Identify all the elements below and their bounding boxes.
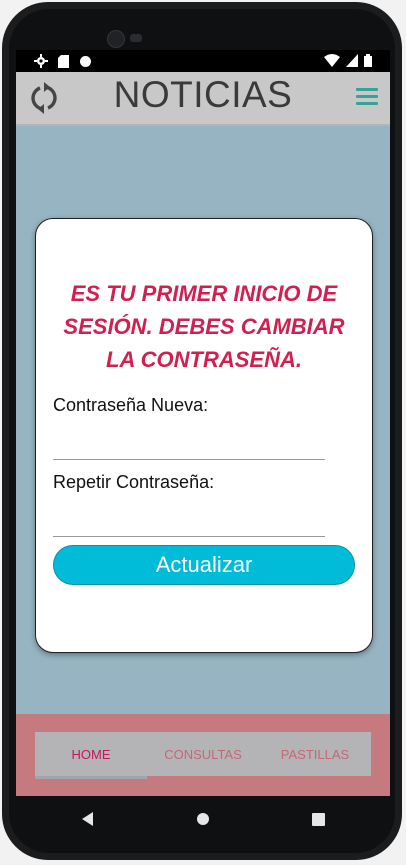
repeat-password-field[interactable]	[53, 506, 325, 537]
new-password-label: Contraseña Nueva:	[53, 395, 209, 415]
earpiece	[130, 34, 142, 42]
status-bar	[16, 50, 390, 72]
tab-consultas[interactable]: CONSULTAS	[147, 732, 259, 776]
signal-icon	[346, 54, 358, 67]
repeat-password-label: Repetir Contraseña:	[53, 472, 215, 492]
system-nav-bar	[30, 796, 376, 842]
dialog-heading: ES TU PRIMER INICIO DE SESIÓN. DEBES CAM…	[63, 281, 345, 372]
back-button[interactable]	[68, 799, 108, 839]
home-icon	[196, 813, 209, 825]
update-button[interactable]: Actualizar	[53, 545, 355, 585]
sd-card-icon	[58, 54, 69, 68]
front-camera	[107, 30, 125, 48]
change-password-dialog: ES TU PRIMER INICIO DE SESIÓN. DEBES CAM…	[35, 218, 373, 653]
new-password-field[interactable]	[53, 429, 325, 460]
recents-icon	[311, 812, 325, 826]
gear-icon	[34, 54, 48, 68]
tab-pastillas[interactable]: PASTILLAS	[259, 732, 371, 776]
tab-home-label: HOME	[71, 746, 111, 762]
active-tab-indicator	[35, 776, 147, 779]
recents-button[interactable]	[298, 799, 338, 839]
hamburger-menu-icon[interactable]	[356, 88, 378, 106]
tab-bar: HOME CONSULTAS PASTILLAS	[35, 732, 371, 779]
circle-icon	[80, 55, 91, 67]
screen: NOTICIAS ES TU PRIMER INICIO DE SESIÓN. …	[16, 50, 390, 796]
battery-icon	[364, 54, 372, 67]
tab-pastillas-label: PASTILLAS	[280, 746, 350, 762]
tab-home[interactable]: HOME	[35, 732, 147, 779]
wifi-icon	[324, 54, 340, 67]
home-button[interactable]	[183, 799, 223, 839]
tab-consultas-label: CONSULTAS	[164, 746, 242, 762]
page-title: NOTICIAS	[113, 74, 293, 115]
bottom-tab-area: HOME CONSULTAS PASTILLAS	[16, 714, 390, 796]
back-icon	[81, 812, 93, 826]
app-bar: NOTICIAS	[16, 72, 390, 126]
